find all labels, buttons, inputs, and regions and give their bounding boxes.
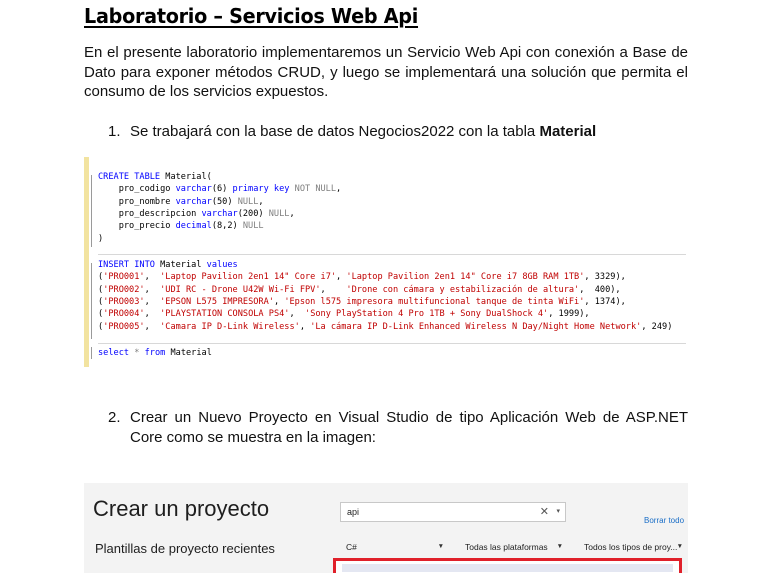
code-line: CREATE TABLE Material( <box>98 172 212 182</box>
code-separator <box>98 254 686 255</box>
highlighted-template-item[interactable] <box>333 558 682 573</box>
language-filter-select[interactable]: C# ▼ <box>346 540 444 556</box>
chevron-down-icon: ▼ <box>676 543 683 550</box>
code-line: pro_descripcion varchar(200) NULL, <box>98 208 295 219</box>
code-line: pro_precio decimal(8,2) NULL <box>98 221 264 232</box>
clear-search-icon[interactable]: ✕ <box>540 505 549 518</box>
code-line: ) <box>98 233 104 244</box>
step-number: 1. <box>108 123 121 140</box>
table-name: Material <box>539 123 597 140</box>
code-line: pro_nombre varchar(50) NULL, <box>98 196 264 207</box>
project-type-filter-select[interactable]: Todos los tipos de proy... ▼ <box>584 540 683 556</box>
search-value: api <box>347 507 360 517</box>
step-text: Se trabajará con la base de datos Negoci… <box>130 123 597 140</box>
clear-all-link[interactable]: Borrar todo <box>644 516 684 525</box>
sql-code-block: CREATE TABLE Material( pro_codigo varcha… <box>84 157 688 367</box>
editor-margin-bar <box>84 157 89 367</box>
document-title: Laboratorio – Servicios Web Api <box>84 4 419 28</box>
code-line: ('PRO003', 'EPSON L575 IMPRESORA', 'Epso… <box>98 296 626 307</box>
chevron-down-icon: ▼ <box>437 543 444 550</box>
vs-create-project-screenshot: Crear un proyecto Plantillas de proyecto… <box>84 483 688 573</box>
step-number: 2. <box>108 409 121 426</box>
fold-guide <box>91 347 92 359</box>
code-line: ('PRO004', 'PLAYSTATION CONSOLA PS4', 'S… <box>98 309 590 320</box>
chevron-down-icon[interactable]: ▾ <box>556 507 560 515</box>
fold-guide <box>91 175 92 247</box>
platform-filter-select[interactable]: Todas las plataformas ▼ <box>465 540 563 556</box>
intro-paragraph: En el presente laboratorio implementarem… <box>84 44 688 100</box>
code-line: ('PRO002', 'UDI RC - Drone U42W Wi-Fi FP… <box>98 284 621 295</box>
code-separator <box>98 343 686 344</box>
fold-guide <box>91 263 92 339</box>
code-line: INSERT INTO Material values <box>98 260 238 270</box>
template-search-input[interactable]: api ✕ ▾ <box>340 502 566 522</box>
code-line: pro_codigo varchar(6) primary key NOT NU… <box>98 184 342 195</box>
code-line: select * from Material <box>98 348 212 358</box>
dialog-title: Crear un proyecto <box>93 496 270 521</box>
code-line: ('PRO005', 'Camara IP D-Link Wireless', … <box>98 321 673 332</box>
recent-templates-heading: Plantillas de proyecto recientes <box>95 541 275 556</box>
code-line: ('PRO001', 'Laptop Pavilion 2en1 14" Cor… <box>98 272 626 283</box>
step-text: Crear un Nuevo Proyecto en Visual Studio… <box>130 409 688 446</box>
template-selection-highlight <box>342 564 673 572</box>
chevron-down-icon: ▼ <box>556 543 563 550</box>
